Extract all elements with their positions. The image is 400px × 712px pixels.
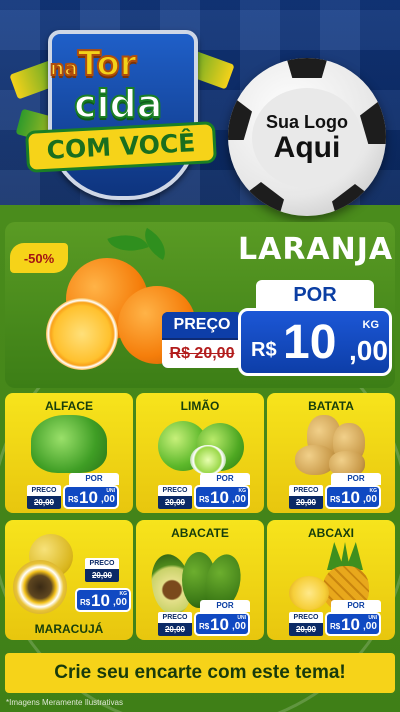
featured-price-integer: 10 <box>283 316 337 369</box>
old-price-tag: PRECO 20,00 <box>289 485 323 511</box>
footer-disclaimer: *Imagens Meramente Ilustrativas <box>6 698 123 707</box>
lime-slice-icon <box>190 445 226 475</box>
logo-placeholder-text: Sua Logo Aqui <box>252 88 362 188</box>
discount-badge: -50% <box>10 243 68 273</box>
product-name: ABCAXI <box>307 526 354 540</box>
product-name: ALFACE <box>45 399 93 413</box>
campaign-title-line-1: naTor <box>49 43 138 85</box>
featured-old-price-tag: PREÇO R$ 20,00 <box>162 312 242 368</box>
featured-product-name: LARANJA <box>238 232 394 267</box>
new-price-label: POR <box>331 473 381 485</box>
product-card-maracuja[interactable]: PRECO 20,00 R$ 10,00 KG MARACUJÁ <box>5 520 133 640</box>
product-card-batata[interactable]: BATATA PRECO 20,00 POR R$ 10,00 KG <box>267 393 395 513</box>
price-tag: R$ 10,00 UNI <box>325 612 381 636</box>
new-price-label: POR <box>331 600 381 612</box>
old-price-tag: PRECO 20,00 <box>27 485 61 511</box>
pineapple-slice-icon <box>289 576 329 610</box>
product-name: MARACUJÁ <box>34 622 104 636</box>
passion-fruit-half-icon <box>13 560 67 614</box>
orange-half-icon <box>46 298 118 370</box>
new-price-label: POR <box>69 473 119 485</box>
logo-placeholder-line-2: Aqui <box>273 130 341 164</box>
product-card-alface[interactable]: ALFACE PRECO 20,00 POR R$ 10,00 UNI <box>5 393 133 513</box>
price-tag: R$ 10,00 KG <box>194 485 250 509</box>
product-name: ABACATE <box>171 526 229 540</box>
lettuce-icon <box>31 415 107 473</box>
product-card-abacate[interactable]: ABACATE PRECO 20,00 POR R$ 10,00 UNI <box>136 520 264 640</box>
product-card-abacaxi[interactable]: ABCAXI PRECO 20,00 POR R$ 10,00 UNI <box>267 520 395 640</box>
product-name: LIMÃO <box>180 399 220 413</box>
featured-price-currency: R$ <box>251 339 277 361</box>
featured-price-tag: R$ 10 ,00 KG <box>238 308 392 376</box>
cta-banner[interactable]: Crie seu encarte com este tema! <box>5 653 395 693</box>
old-price-tag: PRECO 20,00 <box>158 485 192 511</box>
featured-old-price-label: PREÇO <box>162 312 242 338</box>
campaign-title-line-2: cida <box>73 81 163 127</box>
price-tag: R$ 10,00 KG <box>325 485 381 509</box>
ball-patch <box>360 98 386 144</box>
featured-price-decimal: ,00 <box>349 335 388 366</box>
price-tag: R$ 10,00 UNI <box>194 612 250 636</box>
product-name: BATATA <box>308 399 354 413</box>
new-price-label: POR <box>200 473 250 485</box>
price-tag: R$ 10,00 KG <box>75 588 131 612</box>
product-card-limao[interactable]: LIMÃO PRECO 20,00 POR R$ 10,00 KG <box>136 393 264 513</box>
old-price-tag: PRECO 20,00 <box>158 612 192 638</box>
featured-old-price: R$ 20,00 <box>162 340 242 368</box>
logo-placeholder-line-1: Sua Logo <box>266 111 348 132</box>
old-price-tag: PRECO 20,00 <box>289 612 323 638</box>
price-tag: R$ 10,00 UNI <box>63 485 119 509</box>
ball-patch <box>228 94 252 140</box>
ball-patch <box>284 58 330 78</box>
new-price-label: POR <box>200 600 250 612</box>
logo-placeholder-ball[interactable]: Sua Logo Aqui <box>228 58 386 216</box>
featured-new-price-label: POR <box>256 280 374 310</box>
campaign-logo: naTor cida COM VOCÊ <box>9 20 235 205</box>
old-price-tag: PRECO 20,00 <box>85 558 119 584</box>
featured-price-unit: KG <box>362 319 380 331</box>
